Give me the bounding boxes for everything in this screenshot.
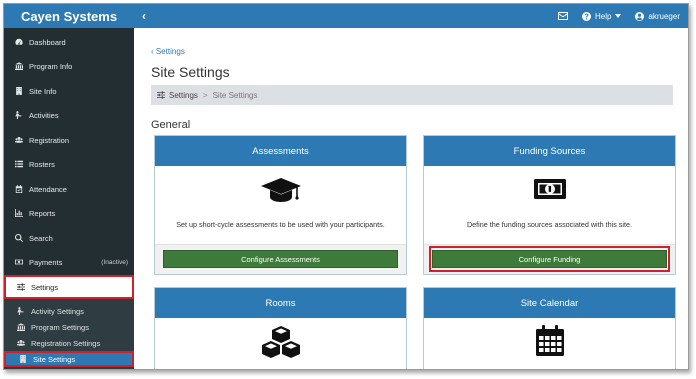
help-label: Help — [594, 11, 612, 21]
submenu-item-label: Registration Settings — [31, 338, 101, 348]
sidebar-item-reports[interactable]: Reports — [4, 201, 134, 225]
user-menu[interactable]: akrueger — [635, 11, 680, 21]
card-site-calendar: Site Calendar — [423, 287, 676, 369]
sliders-icon — [16, 283, 26, 291]
app-window: Cayen Systems Dashboard Program Info Sit… — [3, 3, 689, 370]
sidebar-item-label: Activities — [29, 110, 59, 120]
breadcrumb: Settings > Site Settings — [151, 85, 673, 105]
card-title: Site Calendar — [424, 288, 675, 318]
sidebar-item-label: Dashboard — [29, 37, 66, 47]
sidebar-item-dashboard[interactable]: Dashboard — [4, 30, 134, 54]
calendar-check-icon — [14, 185, 24, 193]
sidebar-item-attendance[interactable]: Attendance — [4, 177, 134, 201]
activities-icon — [17, 307, 27, 315]
sidebar: Cayen Systems Dashboard Program Info Sit… — [4, 4, 134, 369]
card-description: Set up short-cycle assessments to be use… — [176, 220, 385, 229]
submenu-item-program-settings[interactable]: Program Settings — [4, 319, 134, 335]
sidebar-item-registration[interactable]: Registration — [4, 128, 134, 152]
top-navbar: ‹ Help akrueger — [134, 4, 688, 28]
submenu-item-activity-settings[interactable]: Activity Settings — [4, 303, 134, 319]
settings-submenu: Activity Settings Program Settings Regis… — [4, 299, 134, 369]
sidebar-item-rosters[interactable]: Rosters — [4, 152, 134, 176]
submenu-item-label: Activity Settings — [31, 306, 84, 316]
building-icon — [17, 323, 27, 331]
chevron-left-icon: ‹ — [151, 47, 154, 56]
question-circle-icon — [581, 11, 591, 21]
submenu-item-label: Site Settings — [33, 354, 76, 364]
sidebar-item-label: Rosters — [29, 159, 55, 169]
cubes-icon — [261, 326, 300, 358]
card-title: Funding Sources — [424, 136, 675, 166]
users-icon — [14, 136, 24, 144]
site-icon — [14, 87, 24, 95]
bar-chart-icon — [14, 209, 24, 217]
breadcrumb-current: Site Settings — [212, 90, 258, 100]
inactive-badge: (Inactive) — [101, 258, 128, 266]
card-description: Define the funding sources associated wi… — [466, 220, 632, 229]
sidebar-item-payments[interactable]: Payments (Inactive) — [4, 250, 134, 274]
breadcrumb-separator: > — [202, 90, 208, 100]
search-icon — [14, 234, 24, 242]
configure-assessments-button[interactable]: Configure Assessments — [163, 250, 398, 268]
graduation-cap-icon — [260, 178, 301, 202]
mail-icon[interactable] — [557, 12, 568, 20]
caret-down-icon — [615, 14, 622, 18]
users-icon — [17, 339, 27, 347]
site-icon — [19, 355, 29, 363]
user-circle-icon — [635, 11, 645, 21]
brand-logo[interactable]: Cayen Systems — [4, 4, 134, 28]
card-title: Assessments — [155, 136, 406, 166]
money-icon — [14, 258, 24, 266]
card-funding-sources: Funding Sources Define the funding sourc… — [423, 135, 676, 275]
user-name: akrueger — [648, 11, 680, 21]
section-title-general: General — [151, 119, 191, 131]
sidebar-item-label: Site Info — [29, 86, 57, 96]
sidebar-item-activities[interactable]: Activities — [4, 103, 134, 127]
submenu-item-registration-settings[interactable]: Registration Settings — [4, 335, 134, 351]
sidebar-item-label: Attendance — [29, 184, 67, 194]
sidebar-item-label: Reports — [29, 208, 56, 218]
sidebar-item-program-info[interactable]: Program Info — [4, 54, 134, 78]
sliders-icon — [157, 91, 165, 99]
configure-funding-button[interactable]: Configure Funding — [432, 250, 667, 268]
back-to-settings-link[interactable]: ‹ Settings — [151, 47, 185, 56]
card-assessments: Assessments Set up short-cycle assessmen… — [154, 135, 407, 275]
submenu-item-label: Program Settings — [31, 322, 89, 332]
breadcrumb-root[interactable]: Settings — [169, 91, 198, 100]
activities-icon — [14, 111, 24, 119]
sidebar-item-search[interactable]: Search — [4, 226, 134, 250]
sidebar-item-settings[interactable]: Settings — [4, 275, 134, 299]
submenu-item-site-settings[interactable]: Site Settings — [4, 351, 134, 367]
sidebar-item-label: Settings — [31, 282, 59, 292]
back-link-label: Settings — [155, 47, 185, 56]
help-menu[interactable]: Help — [581, 11, 622, 21]
list-icon — [14, 160, 24, 168]
money-bill-icon — [533, 179, 566, 199]
card-rooms: Rooms — [154, 287, 407, 369]
sidebar-item-label: Payments — [29, 257, 63, 267]
sidebar-item-label: Registration — [29, 135, 70, 145]
sidebar-item-label: Search — [29, 233, 53, 243]
sidebar-item-label: Program Info — [29, 61, 73, 71]
page-title: Site Settings — [151, 64, 230, 80]
main-content: ‹ Settings Site Settings Settings > Site… — [134, 28, 688, 369]
card-title: Rooms — [155, 288, 406, 318]
building-icon — [14, 62, 24, 70]
sidebar-item-site-info[interactable]: Site Info — [4, 79, 134, 103]
collapse-sidebar-chevron-icon[interactable]: ‹ — [142, 9, 146, 23]
calendar-icon — [535, 325, 564, 356]
dashboard-icon — [14, 38, 24, 46]
